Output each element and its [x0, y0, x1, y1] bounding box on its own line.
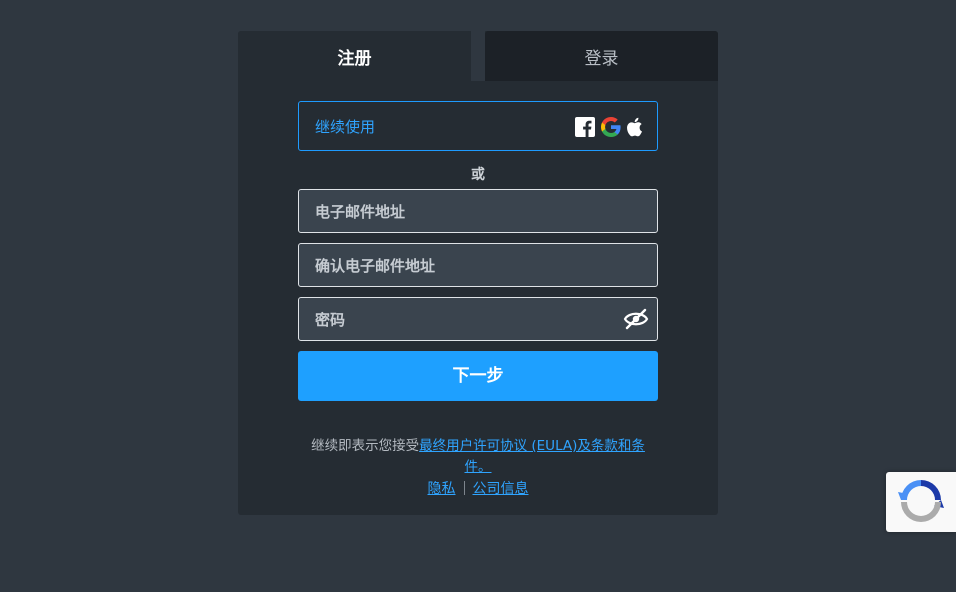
tab-login[interactable]: 登录: [485, 31, 718, 81]
auth-tabs: 注册 登录: [238, 31, 718, 81]
apple-icon[interactable]: [625, 116, 645, 138]
facebook-icon[interactable]: [575, 116, 595, 138]
next-button[interactable]: 下一步: [298, 351, 658, 401]
password-field[interactable]: 密码: [298, 297, 658, 341]
continue-with-label: 继续使用: [315, 117, 376, 136]
eula-link[interactable]: 最终用户许可协议 (EULA)及条款和条件。: [419, 438, 645, 475]
eye-slash-icon[interactable]: [623, 307, 649, 331]
confirm-email-field[interactable]: 确认电子邮件地址: [298, 243, 658, 287]
social-providers: [575, 116, 645, 138]
confirm-email-placeholder: 确认电子邮件地址: [315, 256, 436, 275]
continue-with-button[interactable]: 继续使用: [298, 101, 658, 151]
company-info-link[interactable]: 公司信息: [473, 481, 529, 497]
recaptcha-badge[interactable]: [886, 472, 956, 532]
recaptcha-icon: [898, 480, 944, 522]
tab-gap: [471, 31, 485, 81]
terms-prefix: 继续即表示您接受: [311, 438, 420, 454]
email-placeholder: 电子邮件地址: [315, 202, 406, 221]
email-field[interactable]: 电子邮件地址: [298, 189, 658, 233]
terms-notice: 继续即表示您接受最终用户许可协议 (EULA)及条款和条件。: [298, 436, 658, 478]
or-divider: 或: [471, 167, 485, 183]
auth-card: 注册 登录 继续使用 或 电子邮件地址 确认电子邮件地址 密码 下一步 继续即表…: [238, 31, 718, 515]
footer-links: 隐私 公司信息: [238, 478, 718, 498]
tab-register[interactable]: 注册: [238, 31, 471, 81]
link-separator: [463, 481, 465, 495]
google-icon[interactable]: [600, 116, 621, 138]
password-placeholder: 密码: [315, 310, 346, 329]
privacy-link[interactable]: 隐私: [428, 481, 456, 497]
